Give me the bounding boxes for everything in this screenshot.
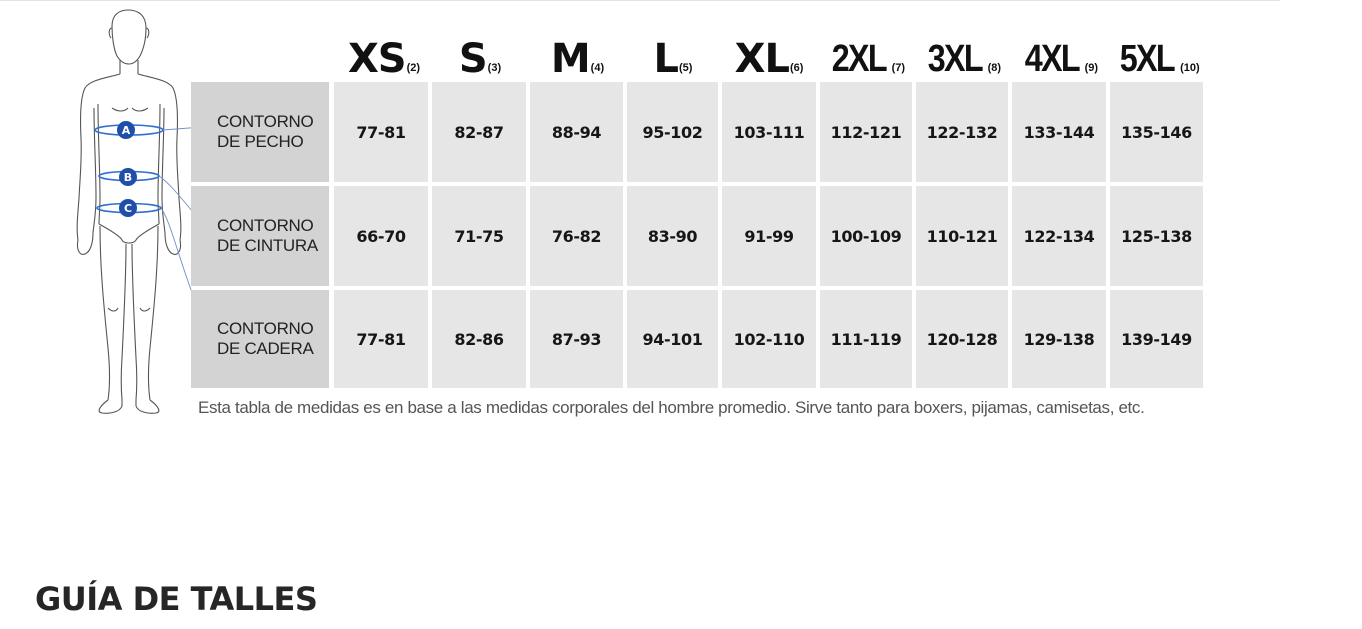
size-code: L	[653, 36, 679, 82]
row-label-line: DE PECHO	[217, 132, 304, 151]
table-cell: 82-87	[432, 82, 526, 182]
table-cell: 125-138	[1110, 186, 1203, 286]
table-cell: 91-99	[722, 186, 816, 286]
marker-b-icon: B	[119, 168, 137, 186]
table-cell: 103-111	[722, 82, 816, 182]
size-number: (3)	[487, 62, 502, 74]
table-cell: 94-101	[627, 290, 718, 388]
table-cell: 139-149	[1110, 290, 1203, 388]
size-number: (6)	[789, 62, 804, 74]
size-header-xl: XL (6)	[722, 30, 816, 80]
size-number: (9)	[1084, 62, 1099, 74]
table-cell: 133-144	[1012, 82, 1106, 182]
table-cell: 77-81	[334, 82, 428, 182]
table-cell: 88-94	[530, 82, 623, 182]
body-figure-illustration: A B C	[76, 9, 200, 414]
row-label-line: DE CINTURA	[217, 236, 318, 255]
size-header-5xl: 5XL (10)	[1110, 30, 1205, 80]
size-code: 4XL	[1024, 38, 1081, 80]
row-label-chest: CONTORNO DE PECHO	[191, 82, 329, 182]
svg-text:B: B	[124, 171, 132, 184]
size-header-xs: XS (2)	[338, 30, 430, 80]
table-cell: 76-82	[530, 186, 623, 286]
table-cell: 102-110	[722, 290, 816, 388]
size-code: S	[458, 36, 488, 82]
table-cell: 77-81	[334, 290, 428, 388]
marker-c-icon: C	[119, 199, 137, 217]
table-footnote: Esta tabla de medidas es en base a las m…	[198, 398, 1145, 417]
row-label-line: CONTORNO	[217, 112, 314, 131]
size-number: (2)	[406, 62, 421, 74]
marker-a-icon: A	[117, 121, 135, 139]
table-cell: 112-121	[820, 82, 912, 182]
table-cell: 122-134	[1012, 186, 1106, 286]
svg-text:C: C	[124, 202, 132, 215]
svg-text:A: A	[122, 124, 131, 137]
table-cell: 120-128	[916, 290, 1008, 388]
table-cell: 135-146	[1110, 82, 1203, 182]
size-number: (5)	[679, 62, 693, 74]
size-number: (8)	[987, 62, 1002, 74]
table-cell: 110-121	[916, 186, 1008, 286]
size-code: 3XL	[927, 38, 984, 80]
size-code: M	[550, 36, 591, 82]
table-cell: 129-138	[1012, 290, 1106, 388]
row-label-line: CONTORNO	[217, 319, 314, 338]
size-number: (7)	[891, 62, 906, 74]
size-header-s: S (3)	[433, 30, 527, 80]
table-cell: 82-86	[432, 290, 526, 388]
table-cell: 122-132	[916, 82, 1008, 182]
size-code: 5XL	[1120, 38, 1176, 80]
row-label-hip: CONTORNO DE CADERA	[191, 290, 329, 388]
size-code: 2XL	[831, 38, 888, 80]
size-code: XS	[347, 36, 407, 82]
size-header-m: M (4)	[531, 30, 624, 80]
row-label-waist: CONTORNO DE CINTURA	[191, 186, 329, 286]
table-cell: 100-109	[820, 186, 912, 286]
size-header-4xl: 4XL (9)	[1012, 30, 1106, 80]
size-code: XL	[734, 36, 790, 82]
table-cell: 111-119	[820, 290, 912, 388]
size-number: (10)	[1180, 62, 1200, 74]
row-label-line: CONTORNO	[217, 216, 314, 235]
size-header-2xl: 2XL (7)	[820, 30, 912, 80]
table-cell: 71-75	[432, 186, 526, 286]
table-cell: 83-90	[627, 186, 718, 286]
size-number: (4)	[590, 62, 605, 74]
size-header-3xl: 3XL (8)	[916, 30, 1008, 80]
table-cell: 95-102	[627, 82, 718, 182]
table-cell: 66-70	[334, 186, 428, 286]
row-label-line: DE CADERA	[217, 339, 314, 358]
page-title: GUÍA DE TALLES	[35, 580, 318, 618]
table-cell: 87-93	[530, 290, 623, 388]
top-divider	[0, 0, 1280, 1]
size-header-l: L (5)	[628, 30, 718, 80]
